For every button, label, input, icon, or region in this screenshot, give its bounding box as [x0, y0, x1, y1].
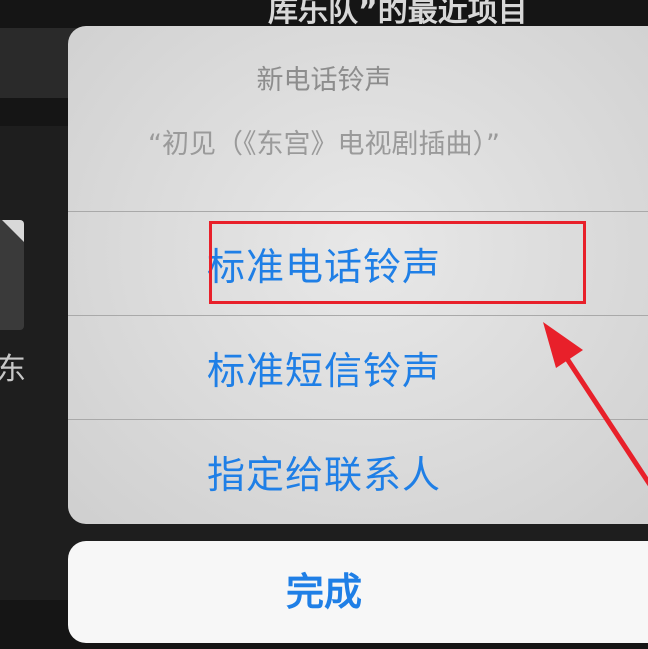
highlight-box: [209, 221, 586, 304]
action-sheet-subtitle: “初见（《东宫》电视剧插曲）”: [148, 129, 500, 160]
action-sheet-header: 新电话铃声 “初见（《东宫》电视剧插曲）”: [68, 26, 648, 211]
assign-to-contact-label: 指定给联系人: [206, 453, 441, 497]
background-list-item-label: 东: [0, 352, 26, 387]
done-button[interactable]: 完成: [68, 541, 648, 643]
screen: 库乐队”的最近项目 东 新电话铃声 “初见（《东宫》电视剧插曲）” 标准电话铃声…: [0, 0, 648, 649]
action-sheet-title: 新电话铃声: [256, 65, 392, 96]
background-project-thumbnail: [0, 220, 24, 330]
standard-text-tone-label: 标准短信铃声: [206, 349, 441, 393]
done-label: 完成: [285, 570, 362, 614]
assign-to-contact-button[interactable]: 指定给联系人: [68, 420, 648, 523]
page-corner-icon: [2, 220, 24, 242]
standard-text-tone-button[interactable]: 标准短信铃声: [68, 316, 648, 419]
